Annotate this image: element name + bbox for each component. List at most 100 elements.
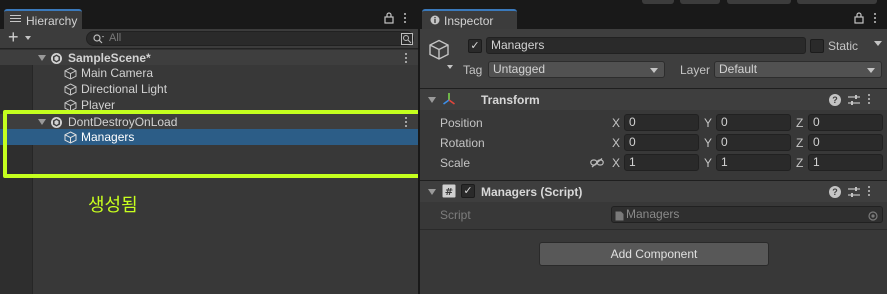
static-checkbox[interactable] <box>810 39 824 53</box>
transform-header[interactable]: Transform ? <box>420 88 887 110</box>
gameobject-cube-icon <box>64 83 77 96</box>
position-z-input[interactable]: 0 <box>808 114 883 131</box>
gameobject-cube-icon[interactable] <box>428 39 450 61</box>
inspector-panel: Inspector ✓ Managers Static Tag Untagged… <box>420 8 887 294</box>
scale-y-input[interactable]: 1 <box>716 154 791 171</box>
transform-icon <box>443 93 455 105</box>
hierarchy-row-label: Directional Light <box>81 82 168 96</box>
position-y-input[interactable]: 0 <box>716 114 791 131</box>
axis-x-label: X <box>612 136 621 150</box>
toolbar-button[interactable] <box>680 0 720 4</box>
tag-dropdown[interactable]: Untagged <box>488 61 665 78</box>
transform-body: Position X 0 Y 0 Z 0 Rotation X 0 Y 0 Z … <box>420 110 887 180</box>
hierarchy-row-object[interactable]: Directional Light <box>0 81 418 97</box>
chevron-down-icon[interactable] <box>447 65 453 69</box>
more-options-icon[interactable] <box>404 13 407 24</box>
toolbar-button[interactable] <box>642 0 674 4</box>
tag-label: Tag <box>463 63 483 77</box>
position-x-input[interactable]: 0 <box>624 114 699 131</box>
axis-y-label: Y <box>704 136 713 150</box>
object-picker-icon[interactable] <box>868 211 878 221</box>
script-file-icon <box>615 211 624 221</box>
lock-icon[interactable] <box>854 12 864 24</box>
annotation-text: 생성됨 <box>88 195 138 216</box>
rotation-y-input[interactable]: 0 <box>716 134 791 151</box>
svg-text:#: # <box>445 187 453 198</box>
lock-icon[interactable] <box>384 12 394 24</box>
tab-inspector[interactable]: Inspector <box>422 9 517 29</box>
add-component-button[interactable]: Add Component <box>539 242 769 266</box>
rotation-z-input[interactable]: 0 <box>808 134 883 151</box>
hierarchy-row-object[interactable]: Main Camera <box>0 65 418 81</box>
static-label: Static <box>828 39 859 53</box>
hierarchy-tab-bar: Hierarchy <box>0 8 418 29</box>
scale-x-input[interactable]: 1 <box>624 154 699 171</box>
script-label: Script <box>440 208 471 222</box>
toolbar-button[interactable] <box>727 0 791 4</box>
object-header: ✓ Managers Static Tag Untagged Layer Def… <box>420 29 887 91</box>
script-component-title: Managers (Script) <box>481 185 583 199</box>
info-icon <box>430 15 440 25</box>
expand-arrow-icon[interactable] <box>38 55 46 61</box>
tab-hierarchy[interactable]: Hierarchy <box>4 9 82 29</box>
rotation-x-input[interactable]: 0 <box>624 134 699 151</box>
hierarchy-row-label: Main Camera <box>81 66 154 80</box>
more-options-icon[interactable] <box>405 53 408 64</box>
script-object-field: Managers <box>611 206 883 223</box>
unity-scene-icon <box>51 53 62 64</box>
chevron-down-icon <box>650 68 658 73</box>
csharp-script-icon: # <box>442 184 456 198</box>
chevron-down-icon[interactable] <box>25 36 31 40</box>
top-toolbar-strip <box>0 0 887 8</box>
toolbar-button[interactable] <box>797 0 877 4</box>
transform-title: Transform <box>481 93 540 107</box>
tab-inspector-label: Inspector <box>444 14 494 28</box>
more-options-icon[interactable] <box>868 94 871 105</box>
component-enabled-checkbox[interactable]: ✓ <box>461 184 475 198</box>
hierarchy-toolbar: + All <box>0 27 418 49</box>
list-icon <box>10 15 21 24</box>
add-button[interactable]: + <box>8 27 19 48</box>
active-checkbox[interactable]: ✓ <box>468 39 482 53</box>
scale-z-input[interactable]: 1 <box>808 154 883 171</box>
axis-x-label: X <box>612 156 621 170</box>
help-icon[interactable]: ? <box>829 186 841 198</box>
script-value: Managers <box>626 207 680 221</box>
link-icon[interactable] <box>590 158 604 168</box>
preset-sliders-icon[interactable] <box>848 186 860 198</box>
script-component-header[interactable]: # ✓ Managers (Script) ? <box>420 180 887 202</box>
object-name-input[interactable]: Managers <box>486 37 806 54</box>
annotation-highlight-box <box>3 110 428 178</box>
hierarchy-row-scene[interactable]: SampleScene* <box>0 49 418 65</box>
chevron-down-icon <box>867 68 875 73</box>
search-input[interactable]: All <box>86 31 414 46</box>
layer-label: Layer <box>680 63 711 77</box>
collapse-arrow-icon[interactable] <box>428 189 436 195</box>
axis-z-label: Z <box>796 136 804 150</box>
scene-search-icon[interactable] <box>401 33 413 45</box>
inspector-tab-bar: Inspector <box>420 8 887 29</box>
more-options-icon[interactable] <box>868 186 871 197</box>
layer-value: Default <box>719 62 758 76</box>
position-label: Position <box>440 116 483 130</box>
script-component-body: Script Managers <box>420 202 887 230</box>
gameobject-cube-icon <box>64 67 77 80</box>
rotation-label: Rotation <box>440 136 485 150</box>
hierarchy-row-label: SampleScene* <box>68 51 151 65</box>
layer-dropdown[interactable]: Default <box>714 61 882 78</box>
scale-label: Scale <box>440 156 471 170</box>
axis-z-label: Z <box>796 116 804 130</box>
help-icon[interactable]: ? <box>829 94 841 106</box>
tag-value: Untagged <box>493 62 546 76</box>
chevron-down-icon[interactable] <box>874 41 882 46</box>
tab-hierarchy-label: Hierarchy <box>26 14 78 28</box>
axis-x-label: X <box>612 116 621 130</box>
axis-z-label: Z <box>796 156 804 170</box>
preset-sliders-icon[interactable] <box>848 94 860 106</box>
search-placeholder: All <box>109 32 122 44</box>
collapse-arrow-icon[interactable] <box>428 97 436 103</box>
axis-y-label: Y <box>704 156 713 170</box>
axis-y-label: Y <box>704 116 713 130</box>
more-options-icon[interactable] <box>874 13 877 24</box>
search-icon <box>93 34 104 44</box>
